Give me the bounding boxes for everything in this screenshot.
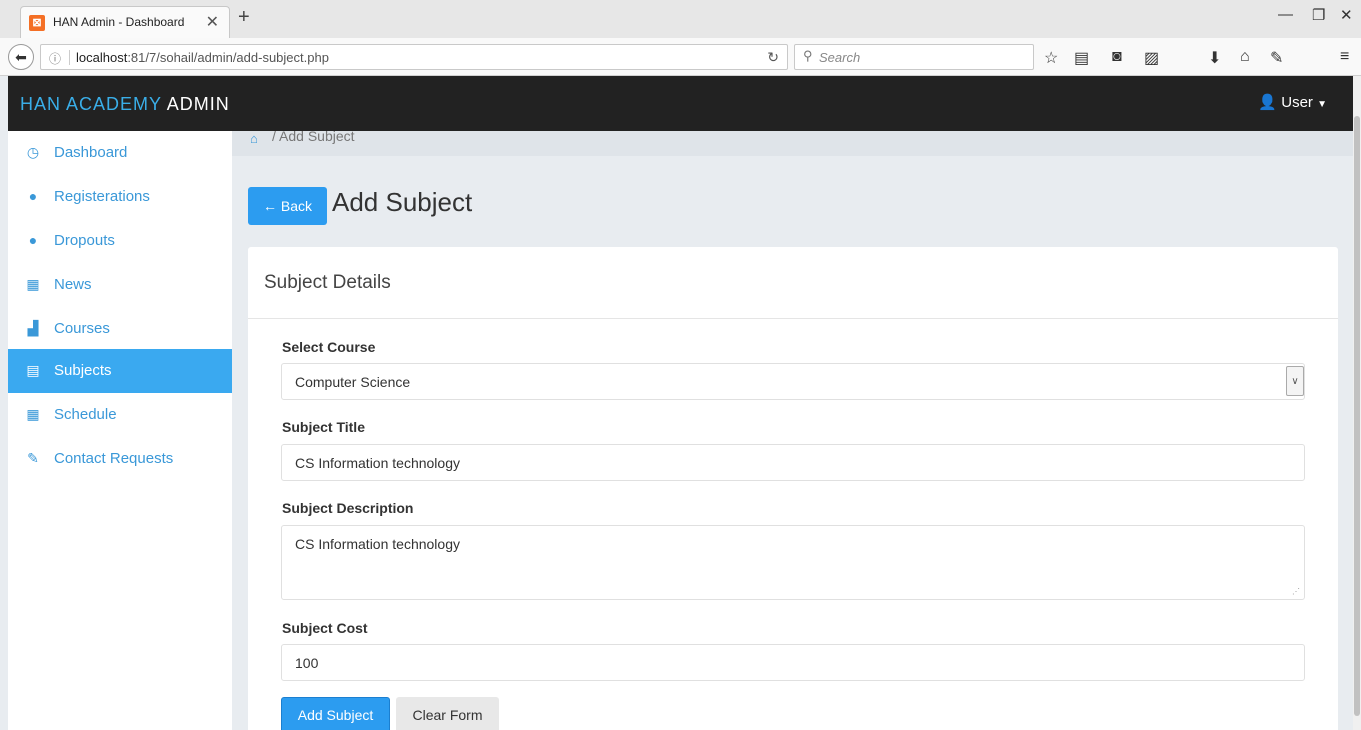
bookmark-star-icon[interactable]: ☆ bbox=[1044, 48, 1058, 68]
resize-grip-icon[interactable]: ⋰ bbox=[1292, 587, 1300, 596]
subject-cost-value: 100 bbox=[295, 655, 319, 671]
reload-icon[interactable]: ↻ bbox=[767, 49, 779, 66]
subject-description-textarea[interactable]: CS Information technology ⋰ bbox=[281, 525, 1305, 600]
chevron-down-icon[interactable]: ∨ bbox=[1286, 366, 1304, 396]
browser-back-icon[interactable]: ⬅ bbox=[8, 44, 34, 70]
user-icon: 👤 bbox=[1258, 94, 1278, 111]
add-subject-button[interactable]: Add Subject bbox=[281, 697, 390, 730]
title-label: Subject Title bbox=[282, 419, 365, 435]
user-icon: ● bbox=[28, 232, 38, 248]
cost-label: Subject Cost bbox=[282, 620, 368, 636]
download-icon[interactable]: ⬇ bbox=[1208, 48, 1221, 68]
url-text: localhost:81/7/sohail/admin/add-subject.… bbox=[69, 50, 329, 65]
app-header: HAN ACADEMY ADMIN 👤 User ▼ bbox=[8, 76, 1353, 131]
subject-cost-input[interactable]: 100 bbox=[281, 644, 1305, 681]
search-icon: ⚲ bbox=[803, 48, 813, 63]
subject-title-input[interactable]: CS Information technology bbox=[281, 444, 1305, 481]
pencil-icon: ✎ bbox=[27, 450, 39, 466]
browser-tab[interactable]: ⊠ HAN Admin - Dashboard ✕ bbox=[20, 6, 230, 38]
grid-icon: ▦ bbox=[26, 406, 40, 422]
caret-down-icon: ▼ bbox=[1317, 99, 1327, 110]
subject-title-value: CS Information technology bbox=[295, 455, 460, 471]
course-label: Select Course bbox=[282, 339, 376, 355]
hamburger-menu-icon[interactable]: ≡ bbox=[1340, 48, 1349, 66]
panel-title: Subject Details bbox=[264, 272, 391, 293]
breadcrumb-current: / Add Subject bbox=[272, 128, 355, 144]
browser-nav-bar: ⬅ ⓘ localhost:81/7/sohail/admin/add-subj… bbox=[0, 38, 1361, 76]
breadcrumb: ⌂ / Add Subject bbox=[232, 128, 1353, 156]
subject-description-value: CS Information technology bbox=[295, 536, 460, 552]
user-icon: ● bbox=[28, 188, 38, 204]
close-window-icon[interactable]: ✕ bbox=[1340, 6, 1353, 24]
reading-list-icon[interactable]: ▤ bbox=[1074, 48, 1089, 68]
sidebar-item-schedule[interactable]: ▦ Schedule bbox=[8, 393, 232, 437]
back-button[interactable]: ← Back bbox=[248, 187, 327, 225]
sidebar-item-courses[interactable]: ▟ Courses bbox=[8, 307, 232, 351]
sidebar-item-dropouts[interactable]: ● Dropouts bbox=[8, 219, 232, 263]
restore-icon[interactable]: ❐ bbox=[1312, 6, 1325, 24]
bar-chart-icon: ▟ bbox=[27, 320, 39, 336]
search-input[interactable]: ⚲ Search bbox=[794, 44, 1034, 70]
scrollbar-thumb[interactable] bbox=[1354, 116, 1360, 716]
panel-header: Subject Details bbox=[248, 247, 1338, 319]
addon-icon[interactable]: ▨ bbox=[1144, 48, 1159, 68]
favicon-icon: ⊠ bbox=[29, 15, 45, 31]
home-icon[interactable]: ⌂ bbox=[1240, 48, 1250, 66]
search-placeholder: Search bbox=[819, 50, 861, 65]
tab-title: HAN Admin - Dashboard bbox=[53, 15, 185, 29]
browser-tab-bar: ⊠ HAN Admin - Dashboard ✕ + — ❐ ✕ bbox=[0, 0, 1361, 38]
user-label: User bbox=[1281, 94, 1313, 111]
tab-close-icon[interactable]: ✕ bbox=[206, 12, 219, 32]
course-selected-value: Computer Science bbox=[295, 374, 411, 390]
page-scrollbar[interactable] bbox=[1353, 76, 1361, 730]
pocket-icon[interactable]: ◙ bbox=[1112, 48, 1122, 66]
sidebar-item-dashboard[interactable]: ◷ Dashboard bbox=[8, 131, 232, 175]
new-tab-icon[interactable]: + bbox=[238, 6, 250, 29]
url-bar[interactable]: ⓘ localhost:81/7/sohail/admin/add-subjec… bbox=[40, 44, 788, 70]
dashboard-icon: ◷ bbox=[26, 144, 40, 160]
sidebar-item-subjects[interactable]: ▤ Subjects bbox=[8, 349, 232, 393]
description-label: Subject Description bbox=[282, 500, 414, 516]
course-select[interactable]: Computer Science ∨ bbox=[281, 363, 1305, 400]
devtools-icon[interactable]: ✎ bbox=[1270, 48, 1283, 68]
sidebar-item-news[interactable]: ▦ News bbox=[8, 263, 232, 307]
page-title: Add Subject bbox=[332, 187, 473, 217]
grid-icon: ▦ bbox=[26, 276, 40, 292]
list-icon: ▤ bbox=[26, 362, 40, 378]
clear-form-button[interactable]: Clear Form bbox=[396, 697, 499, 730]
sidebar-item-contact-requests[interactable]: ✎ Contact Requests bbox=[8, 437, 232, 481]
info-icon[interactable]: ⓘ bbox=[49, 50, 61, 67]
brand-logo[interactable]: HAN ACADEMY ADMIN bbox=[20, 94, 230, 115]
home-icon[interactable]: ⌂ bbox=[250, 131, 258, 146]
minimize-icon[interactable]: — bbox=[1278, 6, 1293, 23]
arrow-left-icon: ← bbox=[262, 198, 277, 214]
sidebar: ◷ Dashboard ● Registerations ● Dropouts … bbox=[8, 131, 232, 730]
user-menu[interactable]: 👤 User ▼ bbox=[1258, 93, 1327, 111]
sidebar-item-registerations[interactable]: ● Registerations bbox=[8, 175, 232, 219]
